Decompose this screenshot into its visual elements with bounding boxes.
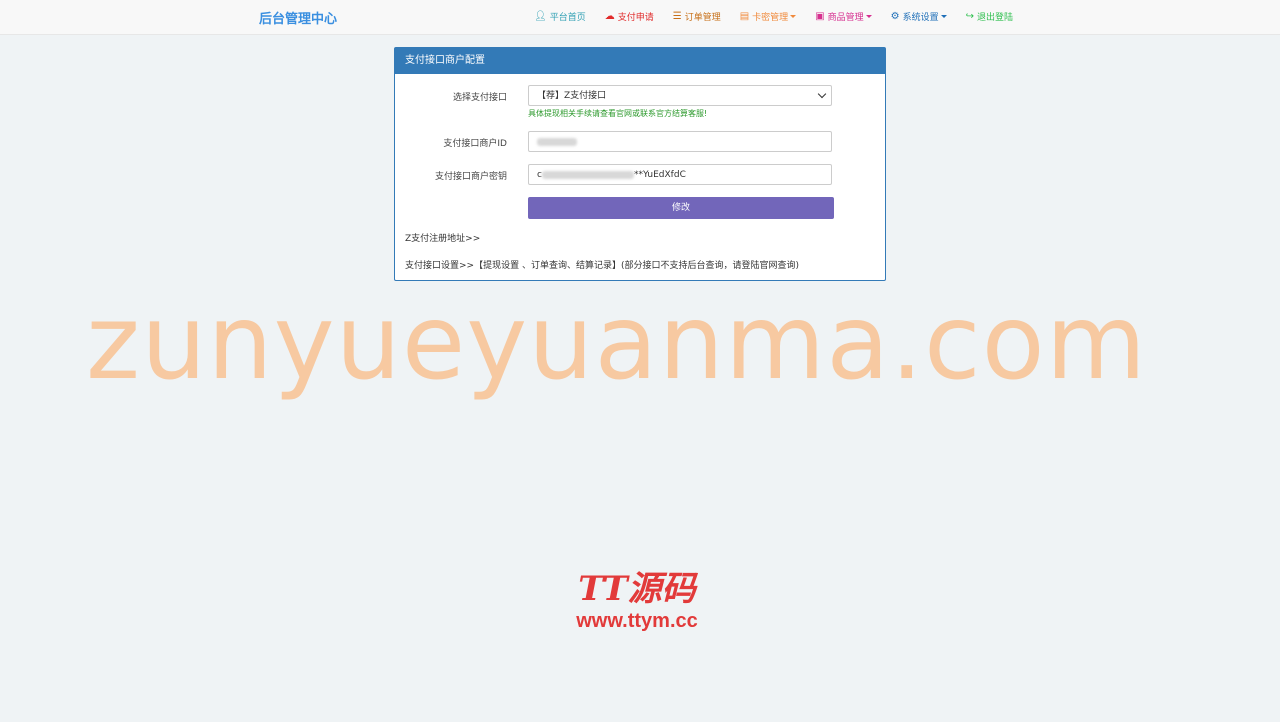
gear-icon: ⚙ — [890, 10, 900, 22]
merchant-config-panel: 支付接口商户配置 选择支付接口 【荐】Z支付接口 具体提现相关手续请查看官网或联… — [394, 47, 886, 281]
watermark-text: zunyueyuanma.com — [86, 283, 1148, 403]
redacted-value — [541, 170, 634, 179]
payment-interface-select[interactable]: 【荐】Z支付接口 — [528, 85, 832, 106]
nav-item-payment-apply[interactable]: ☁ 支付申请 — [605, 10, 654, 23]
nav-menu: 👤︎ 平台首页 ☁ 支付申请 ☰ 订单管理 ▤ 卡密管理 ▣ 商品管理 ⚙ 系统… — [534, 10, 1032, 23]
merchant-id-label: 支付接口商户ID — [443, 139, 507, 149]
nav-label: 平台首页 — [549, 13, 586, 23]
nav-item-home[interactable]: 👤︎ 平台首页 — [534, 10, 586, 23]
nav-item-logout[interactable]: ↪ 退出登陆 — [966, 10, 1013, 23]
key-suffix: **YuEdXfdC — [633, 170, 686, 180]
site-stamp-logo: TT源码 www.ttym.cc — [562, 569, 712, 633]
submit-button[interactable]: 修改 — [528, 197, 834, 219]
caret-down-icon — [790, 15, 797, 18]
caret-down-icon — [940, 15, 947, 18]
user-icon: 👤︎ — [534, 10, 547, 22]
nav-label: 卡密管理 — [752, 13, 789, 23]
nav-label: 支付申请 — [617, 13, 654, 23]
selected-value: 【荐】Z支付接口 — [537, 91, 607, 101]
nav-item-cards[interactable]: ▤ 卡密管理 — [739, 10, 797, 23]
select-interface-label: 选择支付接口 — [452, 93, 507, 103]
list-icon: ☰ — [672, 10, 682, 22]
redacted-value — [537, 137, 577, 146]
merchant-id-input[interactable] — [528, 131, 832, 152]
merchant-key-input[interactable]: c **YuEdXfdC — [528, 164, 832, 185]
caret-down-icon — [865, 15, 872, 18]
nav-label: 商品管理 — [827, 13, 864, 23]
box-icon: ▣ — [815, 10, 825, 22]
card-icon: ▤ — [739, 10, 750, 22]
stamp-logo-text: TT源码 — [578, 569, 696, 609]
cloud-icon: ☁ — [604, 10, 615, 22]
stamp-url-text: www.ttym.cc — [576, 610, 698, 632]
nav-item-settings[interactable]: ⚙ 系统设置 — [891, 10, 947, 23]
nav-label: 退出登陆 — [977, 13, 1014, 23]
nav-label: 系统设置 — [902, 13, 939, 23]
help-text: 具体提现相关手续请查看官网或联系官方结算客服! — [528, 109, 708, 118]
logout-icon: ↪ — [965, 10, 975, 22]
nav-item-orders[interactable]: ☰ 订单管理 — [673, 10, 721, 23]
nav-label: 订单管理 — [684, 13, 721, 23]
register-link[interactable]: Z支付注册地址>> — [405, 231, 480, 244]
top-navbar: 后台管理中心 👤︎ 平台首页 ☁ 支付申请 ☰ 订单管理 ▤ 卡密管理 ▣ 商品… — [0, 0, 1280, 35]
merchant-key-label: 支付接口商户密钥 — [434, 172, 507, 182]
brand-title[interactable]: 后台管理中心 — [259, 8, 337, 27]
panel-title: 支付接口商户配置 — [395, 48, 885, 74]
interface-settings-text[interactable]: 支付接口设置>>【提现设置 、订单查询、结算记录】(部分接口不支持后台查询，请登… — [405, 258, 799, 271]
nav-item-products[interactable]: ▣ 商品管理 — [815, 10, 872, 23]
chevron-down-icon — [817, 89, 827, 99]
